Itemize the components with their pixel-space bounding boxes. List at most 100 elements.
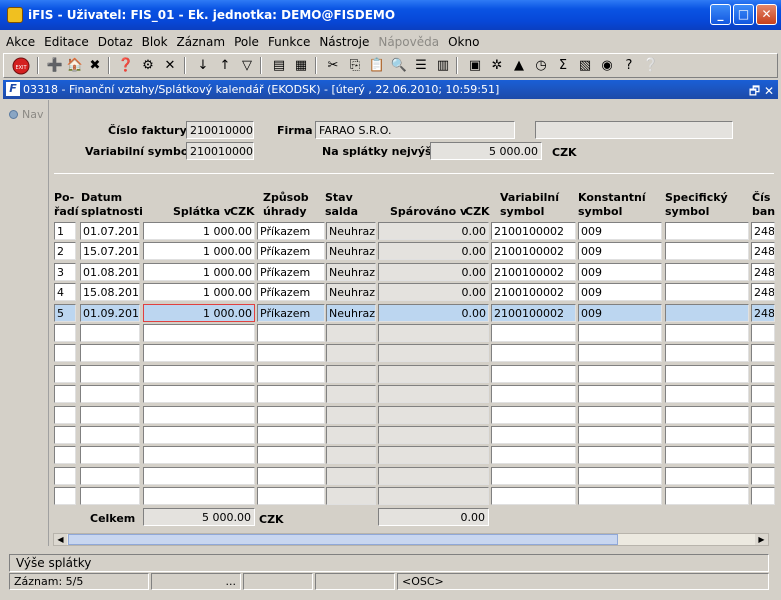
clock-icon[interactable]: ◷: [532, 57, 550, 75]
empty-cell-datum[interactable]: [80, 466, 140, 485]
empty-cell-stav[interactable]: [326, 487, 376, 506]
settings-icon[interactable]: ✲: [488, 57, 506, 75]
empty-cell-zpusob[interactable]: [257, 364, 325, 383]
menu-pole[interactable]: Pole: [228, 32, 262, 49]
empty-cell-vs[interactable]: [491, 426, 576, 444]
empty-cell-datum[interactable]: [80, 487, 140, 506]
scrollbar-thumb[interactable]: [68, 534, 618, 545]
empty-cell-splatka[interactable]: [143, 426, 255, 444]
columns-icon[interactable]: ▥: [434, 57, 452, 75]
empty-cell-ba[interactable]: [751, 487, 775, 506]
browser-icon[interactable]: ◉: [598, 57, 616, 75]
cell-stav[interactable]: Neuhraze: [326, 283, 376, 302]
empty-cell-ks[interactable]: [578, 405, 662, 424]
empty-cell-splatka[interactable]: [143, 324, 255, 342]
copy-icon[interactable]: ⎘: [346, 57, 364, 75]
cell-splatka[interactable]: 1 000.00: [143, 283, 255, 302]
empty-cell-datum[interactable]: [80, 446, 140, 465]
cell-datum[interactable]: 15.07.2010: [80, 242, 140, 261]
empty-cell-stav[interactable]: [326, 344, 376, 363]
cancel-query-icon[interactable]: ✕: [161, 57, 179, 75]
help-key-icon[interactable]: ?: [620, 57, 638, 75]
paste-icon[interactable]: 📋: [368, 57, 386, 75]
empty-cell-sparovano[interactable]: [378, 324, 489, 342]
execute-query-icon[interactable]: ⚙: [139, 57, 157, 75]
cell-poradi[interactable]: 4: [54, 283, 76, 302]
enter-query-icon[interactable]: ❓: [117, 57, 135, 75]
cell-vs[interactable]: 2100100002: [491, 262, 576, 281]
empty-cell-ks[interactable]: [578, 487, 662, 506]
cell-zpusob[interactable]: Příkazem: [257, 303, 325, 322]
empty-cell-datum[interactable]: [80, 364, 140, 383]
cell-stav[interactable]: Neuhraze: [326, 303, 376, 322]
empty-cell-datum[interactable]: [80, 426, 140, 444]
empty-cell-stav[interactable]: [326, 466, 376, 485]
firm-field[interactable]: FARAO S.R.O.: [315, 121, 515, 139]
empty-cell-ks[interactable]: [578, 324, 662, 342]
calculator-icon[interactable]: ▣: [466, 57, 484, 75]
horizontal-scrollbar[interactable]: ◀ ▶: [53, 533, 769, 546]
empty-cell-sparovano[interactable]: [378, 344, 489, 363]
empty-cell-ks[interactable]: [578, 385, 662, 404]
empty-cell-stav[interactable]: [326, 385, 376, 404]
cell-ks[interactable]: 009: [578, 283, 662, 302]
find-icon[interactable]: 🔍: [390, 57, 408, 75]
filter-icon[interactable]: ▽: [238, 57, 256, 75]
empty-cell-ss[interactable]: [665, 385, 749, 404]
empty-cell-ba[interactable]: [751, 405, 775, 424]
cell-poradi[interactable]: 3: [54, 262, 76, 281]
empty-cell-vs[interactable]: [491, 344, 576, 363]
cell-stav[interactable]: Neuhraze: [326, 262, 376, 281]
empty-cell-poradi[interactable]: [54, 466, 76, 485]
empty-cell-ba[interactable]: [751, 364, 775, 383]
cell-datum[interactable]: 01.07.2010: [80, 222, 140, 240]
cell-sparovano[interactable]: 0.00: [378, 222, 489, 240]
empty-cell-ss[interactable]: [665, 487, 749, 506]
empty-cell-splatka[interactable]: [143, 446, 255, 465]
empty-cell-sparovano[interactable]: [378, 426, 489, 444]
invoice-number-field[interactable]: 2100100002: [186, 121, 254, 139]
empty-cell-stav[interactable]: [326, 426, 376, 444]
menu-akce[interactable]: Akce: [0, 32, 38, 49]
menu-blok[interactable]: Blok: [136, 32, 171, 49]
delete-record-icon[interactable]: ✖: [86, 57, 104, 75]
empty-cell-datum[interactable]: [80, 405, 140, 424]
empty-cell-sparovano[interactable]: [378, 385, 489, 404]
cell-ks[interactable]: 009: [578, 303, 662, 322]
empty-cell-sparovano[interactable]: [378, 446, 489, 465]
empty-cell-stav[interactable]: [326, 364, 376, 383]
cut-icon[interactable]: ✂: [324, 57, 342, 75]
cell-stav[interactable]: Neuhraze: [326, 242, 376, 261]
print-setup-icon[interactable]: ▦: [292, 57, 310, 75]
cell-sparovano[interactable]: 0.00: [378, 303, 489, 322]
menu-okno[interactable]: Okno: [442, 32, 482, 49]
empty-cell-ks[interactable]: [578, 446, 662, 465]
empty-cell-zpusob[interactable]: [257, 405, 325, 424]
cell-zpusob[interactable]: Příkazem: [257, 242, 325, 261]
menu-napoveda[interactable]: Nápověda: [372, 32, 442, 49]
empty-cell-poradi[interactable]: [54, 446, 76, 465]
cell-splatka[interactable]: 1 000.00: [143, 222, 255, 240]
empty-cell-vs[interactable]: [491, 405, 576, 424]
empty-cell-splatka[interactable]: [143, 466, 255, 485]
menu-dotaz[interactable]: Dotaz: [92, 32, 136, 49]
firm-extra-field[interactable]: [535, 121, 733, 139]
empty-cell-ba[interactable]: [751, 426, 775, 444]
empty-cell-ss[interactable]: [665, 324, 749, 342]
cell-ba[interactable]: 248: [751, 222, 775, 240]
empty-cell-ks[interactable]: [578, 364, 662, 383]
cell-sparovano[interactable]: 0.00: [378, 283, 489, 302]
cell-ss[interactable]: [665, 222, 749, 240]
empty-cell-vs[interactable]: [491, 446, 576, 465]
empty-cell-splatka[interactable]: [143, 385, 255, 404]
help-icon[interactable]: ❔: [642, 57, 660, 75]
empty-cell-ks[interactable]: [578, 344, 662, 363]
exit-icon[interactable]: EXIT: [12, 57, 30, 75]
triangle-icon[interactable]: ▲: [510, 57, 528, 75]
cell-ba[interactable]: 248: [751, 303, 775, 322]
empty-cell-zpusob[interactable]: [257, 344, 325, 363]
empty-cell-poradi[interactable]: [54, 385, 76, 404]
cell-ba[interactable]: 248: [751, 262, 775, 281]
empty-cell-poradi[interactable]: [54, 364, 76, 383]
cell-vs[interactable]: 2100100002: [491, 283, 576, 302]
